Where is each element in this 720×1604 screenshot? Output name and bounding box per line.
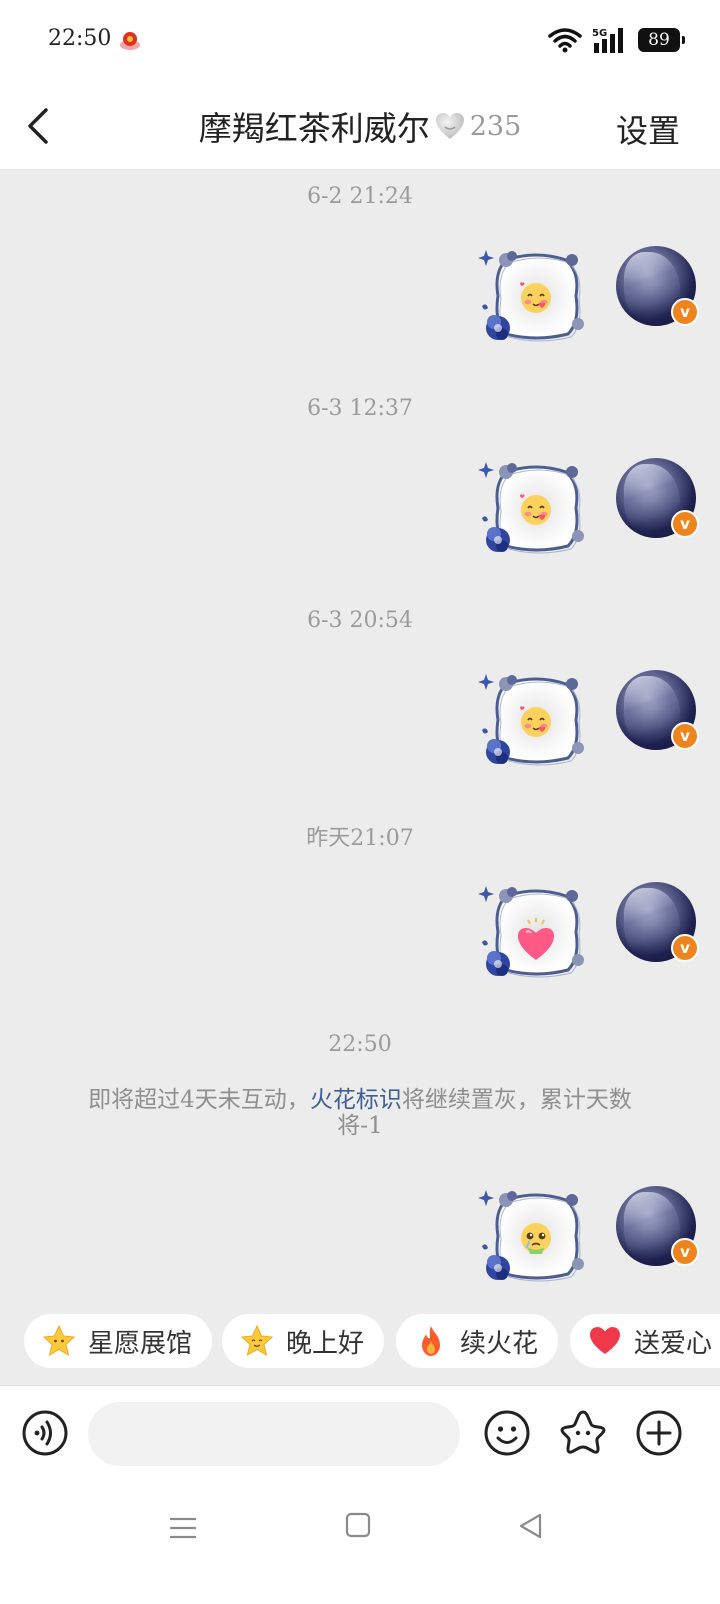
plus-icon[interactable] — [636, 1410, 682, 1456]
emoji-icon[interactable] — [484, 1410, 530, 1456]
chip-label: 晚上好 — [286, 1328, 365, 1359]
sticker-frame[interactable] — [476, 670, 596, 772]
contact-name: 摩羯红茶利威尔 — [198, 109, 430, 148]
app-notification-icon — [120, 32, 140, 50]
chip-label: 送爱心 — [634, 1328, 713, 1359]
wifi-icon — [548, 28, 582, 53]
message-row: v — [476, 670, 699, 780]
verified-badge-icon: v — [671, 934, 699, 962]
system-navigation-bar — [0, 1485, 720, 1604]
voice-input-icon[interactable] — [22, 1410, 68, 1456]
heart-icon — [590, 1327, 620, 1354]
status-time: 22:50 — [48, 26, 112, 51]
settings-button[interactable]: 设置 — [616, 106, 680, 152]
message-timestamp: 6-2 21:24 — [307, 184, 413, 209]
sticker-frame[interactable] — [476, 458, 596, 560]
sticker-frame[interactable] — [476, 246, 596, 348]
verified-badge-icon: v — [671, 722, 699, 750]
message-timestamp: 6-3 20:54 — [307, 608, 413, 633]
notice-text: 即将超过4天未互动， — [88, 1087, 310, 1113]
fire-icon — [422, 1326, 440, 1356]
message-row: v — [476, 246, 699, 356]
heart-count: 235 — [469, 110, 522, 142]
sticker-frame[interactable] — [476, 1186, 596, 1288]
spark-badge-link[interactable]: 火花标识 — [310, 1087, 402, 1113]
quick-reply-bar[interactable]: 星愿展馆 晚上好 续火花 送爱心 — [0, 1310, 720, 1390]
chat-message-list[interactable]: 6-2 21:24 v 6-3 12:37 v 6-3 20:54 v 昨天21… — [0, 170, 720, 1415]
message-input[interactable] — [88, 1402, 460, 1466]
chat-title[interactable]: 摩羯红茶利威尔 235 — [0, 102, 720, 150]
nav-back-icon[interactable] — [516, 1511, 544, 1541]
message-input-bar — [0, 1385, 720, 1485]
smiling-star-icon — [240, 1324, 274, 1357]
status-indicators: 5G 89 — [548, 26, 685, 54]
star-icon — [42, 1324, 76, 1357]
quick-reply-chip[interactable]: 续火花 — [396, 1314, 559, 1368]
quick-reply-chip[interactable]: 星愿展馆 — [24, 1314, 213, 1368]
spark-system-notice: 即将超过4天未互动，火花标识将继续置灰，累计天数将-1 — [70, 1087, 650, 1139]
chip-label: 星愿展馆 — [88, 1328, 193, 1359]
network-type-label: 5G — [592, 28, 607, 39]
message-row: v — [476, 458, 699, 568]
sticker-frame[interactable] — [476, 882, 596, 984]
message-timestamp: 6-3 12:37 — [307, 396, 413, 421]
message-timestamp: 22:50 — [328, 1032, 392, 1057]
sticker-star-icon[interactable] — [558, 1408, 608, 1458]
home-icon[interactable] — [344, 1511, 372, 1539]
message-row: v — [476, 882, 699, 992]
battery-indicator: 89 — [638, 28, 685, 52]
message-row: v — [476, 1186, 699, 1296]
verified-badge-icon: v — [671, 1238, 699, 1266]
battery-level: 89 — [648, 30, 670, 50]
gray-heart-icon — [435, 113, 464, 139]
quick-reply-chip[interactable]: 晚上好 — [222, 1314, 385, 1368]
verified-badge-icon: v — [671, 510, 699, 538]
verified-badge-icon: v — [671, 298, 699, 326]
cellular-signal-icon: 5G — [592, 26, 628, 54]
status-bar: 22:50 5G 89 — [0, 0, 720, 82]
chat-header: 摩羯红茶利威尔 235 设置 — [0, 82, 720, 170]
chip-label: 续火花 — [460, 1328, 539, 1359]
quick-reply-chip[interactable]: 送爱心 — [570, 1314, 720, 1368]
recent-apps-icon[interactable] — [168, 1513, 198, 1543]
message-timestamp: 昨天21:07 — [306, 826, 414, 851]
